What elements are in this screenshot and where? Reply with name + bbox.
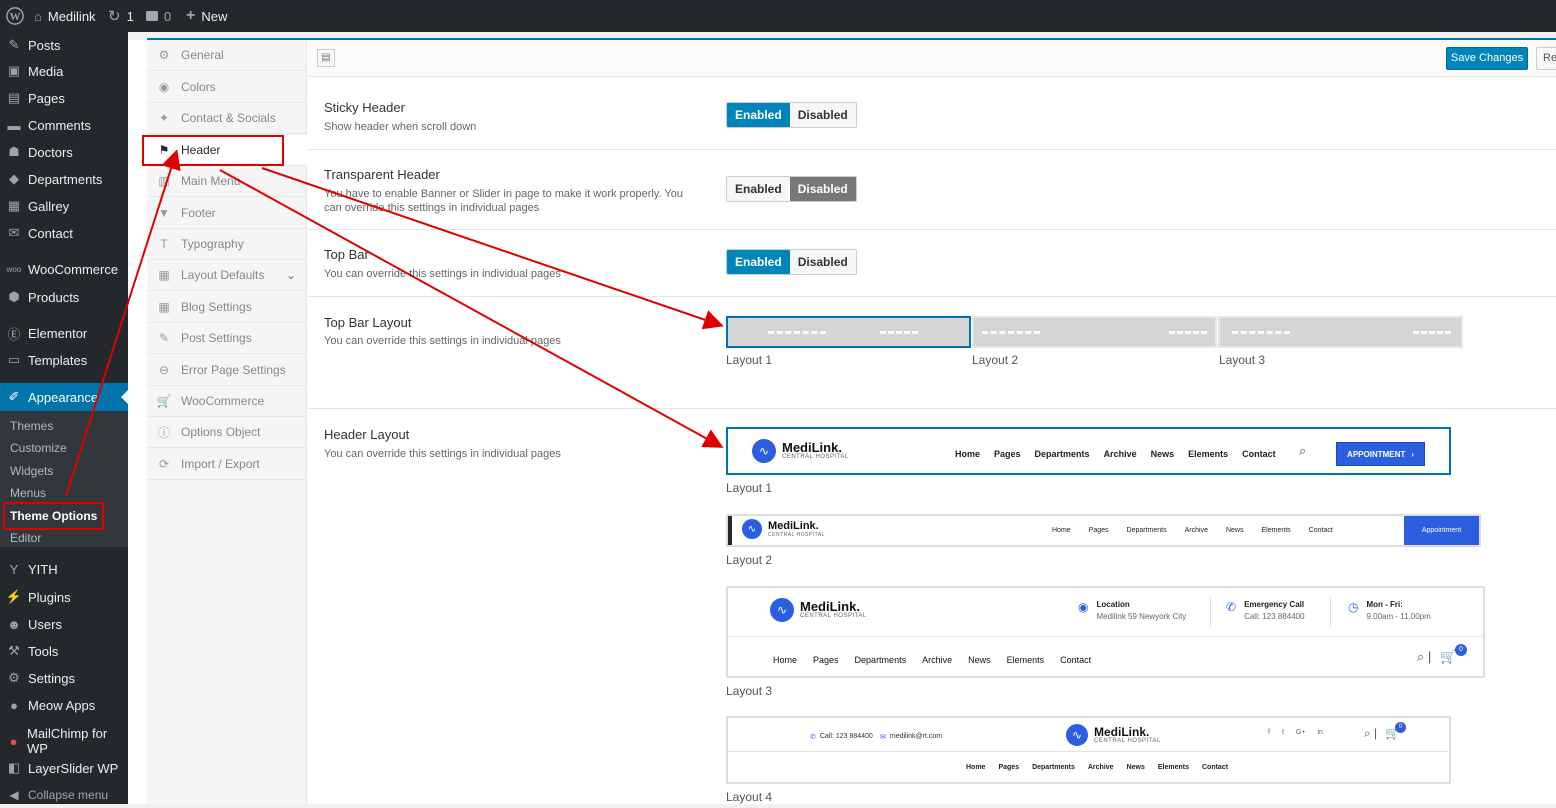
annotation-arrows <box>65 149 724 497</box>
